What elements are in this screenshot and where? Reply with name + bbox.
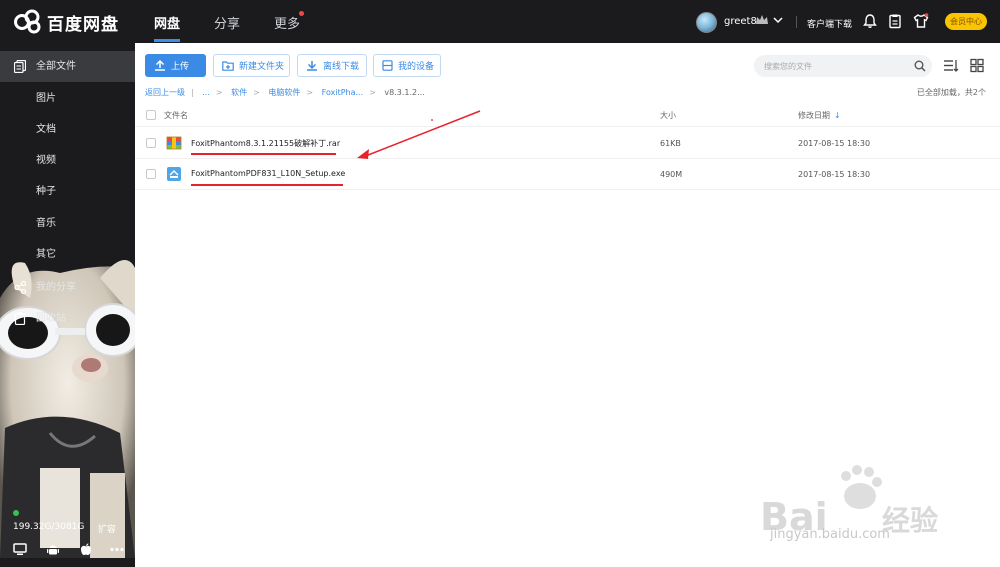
search-icon[interactable]: [914, 60, 926, 72]
breadcrumb-back[interactable]: 返回上一级: [145, 88, 185, 97]
breadcrumb-separator: >: [306, 88, 314, 97]
logo[interactable]: 百度网盘: [13, 9, 119, 35]
rar-file-icon: [166, 136, 182, 150]
column-header-date-label: 修改日期: [798, 111, 830, 120]
upload-icon: [155, 60, 165, 71]
grid-view-icon[interactable]: [969, 58, 985, 73]
sidebar-item-other[interactable]: 其它: [0, 239, 135, 270]
breadcrumb-item[interactable]: 软件: [231, 88, 247, 97]
trash-icon: [14, 312, 26, 325]
avatar[interactable]: [696, 12, 717, 33]
new-folder-icon: [222, 61, 234, 71]
breadcrumb-separator: >: [253, 88, 260, 97]
sidebar-item-my-share[interactable]: 我的分享: [0, 272, 135, 303]
main-panel: 上传 新建文件夹 离线下载 我的设备 搜索您的文件 返回上一级 | ... > …: [135, 43, 1000, 567]
android-icon[interactable]: [46, 543, 60, 556]
sort-desc-icon: ↓: [834, 111, 841, 120]
sidebar-item-label: 音乐: [36, 218, 56, 229]
file-size: 61KB: [660, 139, 681, 148]
loaded-status: 已全部加载，共2个: [916, 88, 986, 97]
file-date: 2017-08-15 18:30: [798, 170, 871, 179]
my-devices-label: 我的设备: [398, 62, 435, 72]
sidebar-item-label: 文档: [36, 124, 56, 135]
device-icon: [382, 60, 393, 71]
breadcrumb: 返回上一级 | ... > 软件 > 电脑软件 > FoxitPha... > v8.3.…: [145, 87, 431, 98]
nav-netdisk[interactable]: 网盘: [154, 13, 180, 32]
chevron-down-icon[interactable]: [773, 15, 783, 25]
tshirt-icon[interactable]: [913, 13, 929, 29]
expand-storage-link[interactable]: 扩容: [98, 522, 116, 535]
sidebar-item-label: 其它: [36, 249, 56, 260]
storage-quota: 199.32G/3081G: [13, 522, 85, 532]
sort-list-icon[interactable]: [943, 58, 959, 73]
annotation-underline: [191, 184, 343, 186]
sidebar-item-videos[interactable]: 视频: [0, 145, 135, 176]
pc-icon[interactable]: [13, 543, 27, 556]
column-header-name[interactable]: 文件名: [164, 110, 188, 121]
nav-more[interactable]: 更多: [274, 13, 300, 32]
row-checkbox[interactable]: [146, 169, 156, 179]
breadcrumb-separator: |: [191, 88, 194, 97]
logo-text: 百度网盘: [47, 14, 119, 35]
breadcrumb-separator: >: [369, 88, 376, 97]
notification-dot: [299, 11, 304, 16]
file-name[interactable]: FoxitPhantom8.3.1.21155破解补丁.rar: [191, 138, 340, 149]
clipboard-icon[interactable]: [887, 13, 903, 29]
file-date: 2017-08-15 18:30: [798, 139, 871, 148]
sidebar-item-label: 回收站: [36, 313, 66, 324]
breadcrumb-item[interactable]: FoxitPha...: [322, 88, 363, 97]
files-icon: [14, 60, 26, 73]
download-icon: [307, 61, 317, 71]
sidebar-item-documents[interactable]: 文档: [0, 114, 135, 145]
offline-download-label: 离线下载: [323, 62, 360, 72]
top-bar: 百度网盘 网盘 分享 更多 greet8 客户端下载 会员中心: [0, 0, 1000, 43]
svg-text:经验: 经验: [882, 504, 938, 537]
column-header-date[interactable]: 修改日期 ↓: [798, 110, 841, 121]
select-all-checkbox[interactable]: [146, 110, 156, 120]
breadcrumb-ellipsis[interactable]: ...: [202, 88, 210, 97]
sidebar-item-music[interactable]: 音乐: [0, 208, 135, 239]
sidebar: 全部文件 图片 文档 视频 种子 音乐 其它 我的分享 回收站 199.32G/…: [0, 43, 135, 567]
column-header-size[interactable]: 大小: [660, 110, 676, 121]
exe-file-icon: [167, 167, 181, 181]
offline-download-button[interactable]: 离线下载: [297, 54, 367, 77]
upload-label: 上传: [171, 62, 190, 72]
sidebar-item-label: 视频: [36, 155, 56, 166]
quota-status-dot: [13, 510, 19, 516]
search-input[interactable]: [754, 55, 932, 77]
file-table-header: 文件名 大小 修改日期 ↓: [135, 103, 1000, 127]
new-folder-button[interactable]: 新建文件夹: [213, 54, 290, 77]
file-name[interactable]: FoxitPhantomPDF831_L10N_Setup.exe: [191, 169, 345, 178]
nav-active-indicator: [154, 39, 180, 42]
breadcrumb-separator: >: [215, 88, 223, 97]
file-size: 490M: [660, 170, 683, 179]
sidebar-item-images[interactable]: 图片: [0, 83, 135, 114]
breadcrumb-current: v8.3.1.2...: [384, 88, 425, 97]
divider: [796, 16, 797, 28]
sidebar-item-recycle-bin[interactable]: 回收站: [0, 303, 135, 334]
my-devices-button[interactable]: 我的设备: [373, 54, 441, 77]
sidebar-item-label: 我的分享: [36, 282, 76, 293]
sidebar-item-label: 图片: [36, 93, 56, 104]
apple-icon[interactable]: [79, 543, 93, 556]
client-download-link[interactable]: 客户端下载: [807, 17, 852, 30]
sidebar-item-all-files[interactable]: 全部文件: [0, 51, 135, 82]
more-icon[interactable]: [110, 543, 124, 556]
bell-icon[interactable]: [862, 13, 878, 29]
cloud-logo-icon: [14, 9, 41, 34]
upload-button[interactable]: 上传: [145, 54, 206, 77]
sidebar-item-label: 种子: [36, 186, 56, 197]
sidebar-item-label: 全部文件: [36, 61, 76, 72]
share-icon: [14, 281, 26, 294]
breadcrumb-item[interactable]: 电脑软件: [268, 88, 300, 97]
username[interactable]: greet8: [724, 16, 757, 27]
watermark-url: jingyan.baidu.com: [770, 527, 890, 542]
sidebar-item-torrents[interactable]: 种子: [0, 176, 135, 207]
row-checkbox[interactable]: [146, 138, 156, 148]
annotation-underline: [191, 153, 336, 155]
new-folder-label: 新建文件夹: [239, 62, 285, 72]
nav-share[interactable]: 分享: [214, 13, 240, 32]
crown-icon: [756, 15, 768, 24]
vip-center-button[interactable]: 会员中心: [945, 13, 987, 30]
